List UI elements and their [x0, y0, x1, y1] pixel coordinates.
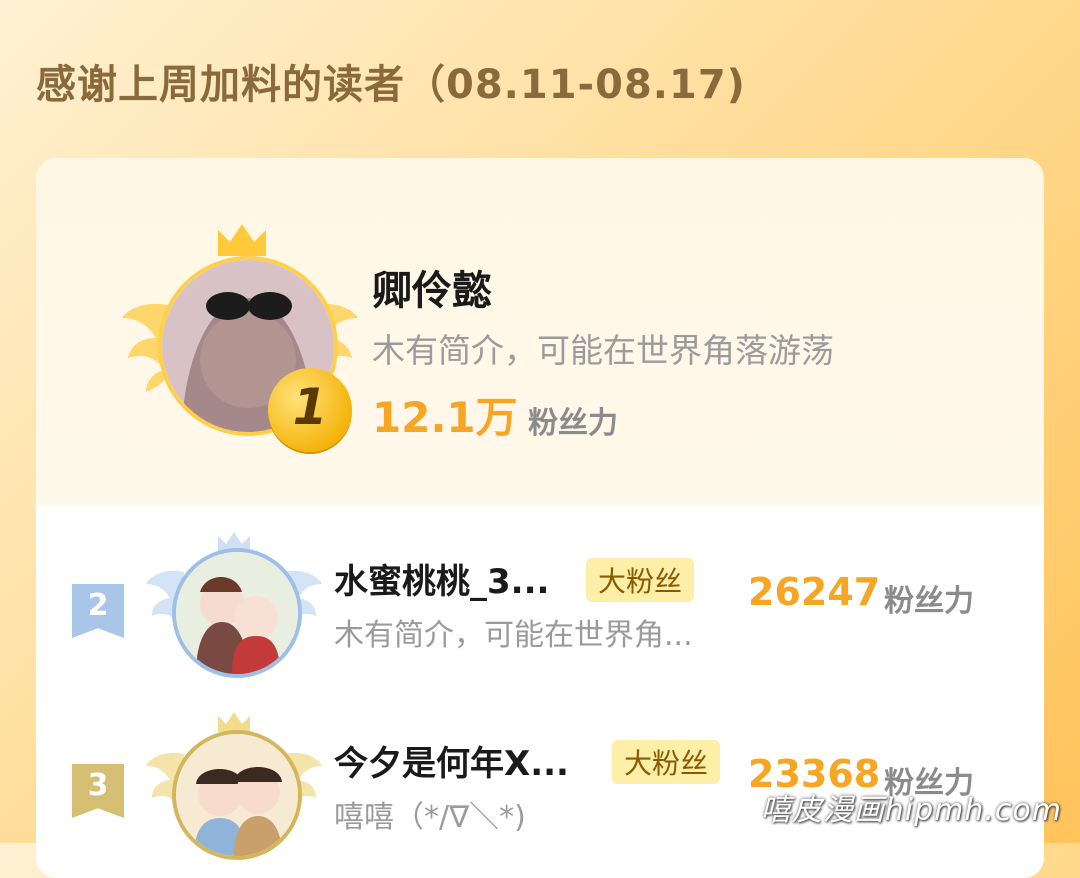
reader-score: 26247 — [748, 570, 881, 614]
fan-tag-badge: 大粉丝 — [586, 558, 695, 602]
reader-name: 水蜜桃桃_3... — [334, 562, 550, 602]
list-item[interactable]: 2 水蜜桃桃_3... 大粉丝 木有简介，可能在世界角... 26247 粉丝力 — [36, 520, 1044, 690]
fan-tag-badge: 大粉丝 — [612, 740, 721, 784]
first-bio: 木有简介，可能在世界角落游荡 — [372, 331, 834, 370]
rank-1-medal-icon: 1 — [268, 368, 352, 452]
reader-bio: 木有简介，可能在世界角... — [334, 618, 693, 653]
reader-name: 今夕是何年X... — [334, 744, 569, 784]
first-score-unit: 粉丝力 — [528, 406, 618, 441]
first-score: 12.1万 — [372, 393, 518, 442]
leaderboard-card: 1 卿伶懿 木有简介，可能在世界角落游荡 12.1万 粉丝力 2 水蜜桃桃_3.… — [36, 158, 1044, 878]
watermark-text: 嘻皮漫画hipmh.com — [760, 793, 1062, 828]
first-name: 卿伶懿 — [372, 268, 492, 314]
avatar[interactable] — [172, 548, 302, 678]
reader-bio: 嘻嘻（*/∇＼*) — [334, 800, 526, 835]
first-place-entry[interactable]: 1 卿伶懿 木有简介，可能在世界角落游荡 12.1万 粉丝力 — [36, 158, 1044, 518]
crown-icon — [218, 224, 266, 256]
first-avatar-group: 1 — [120, 224, 360, 458]
reader-score-unit: 粉丝力 — [884, 584, 974, 619]
rank-2-badge-icon: 2 — [72, 584, 124, 638]
page-title: 感谢上周加料的读者（08.11-08.17) — [36, 62, 746, 108]
rank-3-badge-icon: 3 — [72, 764, 124, 818]
avatar[interactable] — [172, 730, 302, 860]
